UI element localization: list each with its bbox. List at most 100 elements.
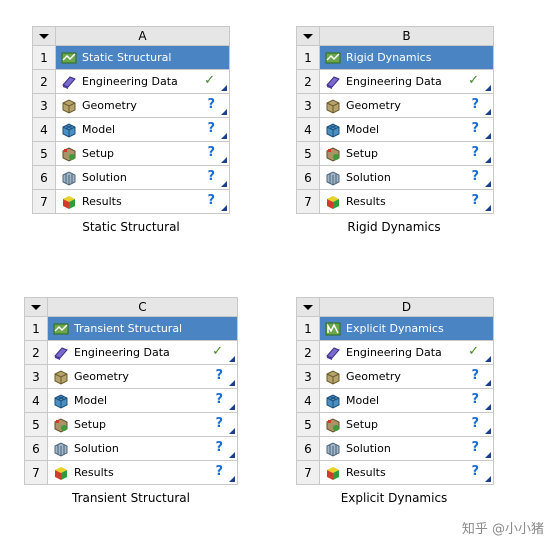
cell-solution[interactable]: Solution? [319,165,494,190]
corner-marker-icon [229,452,235,458]
cell-label: Rigid Dynamics [346,51,432,64]
corner-marker-icon [485,85,491,91]
row-number: 1 [296,45,320,70]
question-icon: ? [215,368,223,383]
column-letter: B [319,26,494,46]
system-c[interactable]: C 1 Transient Structural 2 Engineering D… [24,297,238,485]
cell-geometry[interactable]: Geometry? [319,93,494,118]
cell-model[interactable]: Model? [319,117,494,142]
system-menu-dropdown[interactable] [296,297,320,317]
system-grid: B 1 Rigid Dynamics 2 Engineering Data ✓ 3… [296,26,494,214]
solution-icon [325,170,341,186]
system-menu-dropdown[interactable] [32,26,56,46]
corner-marker-icon [221,109,227,115]
cell-label: Setup [346,147,379,160]
row-number: 4 [296,117,320,142]
cell-label: Solution [74,442,119,455]
chevron-down-icon [31,305,41,310]
system-menu-dropdown[interactable] [296,26,320,46]
row-number: 5 [296,141,320,166]
cell-geometry[interactable]: Geometry? [47,364,238,389]
system-title-cell[interactable]: Explicit Dynamics [319,316,494,341]
cell-results[interactable]: Results? [55,189,230,214]
cell-label: Model [346,394,380,407]
cell-setup[interactable]: Setup? [55,141,230,166]
cell-engineering-data[interactable]: Engineering Data ✓ [47,340,238,365]
corner-marker-icon [221,181,227,187]
corner-marker-icon [485,205,491,211]
system-grid: C 1 Transient Structural 2 Engineering D… [24,297,238,485]
cell-label: Results [346,466,386,479]
cell-label: Results [74,466,114,479]
rigid-dynamics-icon [325,50,341,66]
row-number: 3 [32,93,56,118]
cell-geometry[interactable]: Geometry? [55,93,230,118]
column-letter: D [319,297,494,317]
cell-solution[interactable]: Solution? [47,436,238,461]
engineering-data-icon [61,74,77,90]
question-icon: ? [471,392,479,407]
question-icon: ? [207,169,215,184]
static-structural-icon [61,50,77,66]
system-grid: A 1 Static Structural 2 Engineering Data… [32,26,230,214]
question-icon: ? [215,416,223,431]
corner-marker-icon [485,476,491,482]
results-icon [325,194,341,210]
corner-marker-icon [485,133,491,139]
cell-label: Results [82,195,122,208]
cell-geometry[interactable]: Geometry? [319,364,494,389]
check-icon: ✓ [468,73,479,88]
cell-setup[interactable]: Setup? [47,412,238,437]
row-number: 4 [296,388,320,413]
geometry-icon [53,369,69,385]
cell-results[interactable]: Results? [319,189,494,214]
cell-label: Engineering Data [346,346,442,359]
results-icon [53,465,69,481]
system-a[interactable]: A 1 Static Structural 2 Engineering Data… [32,26,230,214]
solution-icon [325,441,341,457]
question-icon: ? [471,464,479,479]
setup-icon [53,417,69,433]
question-icon: ? [471,169,479,184]
system-title-cell[interactable]: Transient Structural [47,316,238,341]
corner-marker-icon [229,476,235,482]
cell-model[interactable]: Model? [319,388,494,413]
system-menu-dropdown[interactable] [24,297,48,317]
cell-model[interactable]: Model? [47,388,238,413]
system-b[interactable]: B 1 Rigid Dynamics 2 Engineering Data ✓ 3… [296,26,494,214]
cell-results[interactable]: Results? [319,460,494,485]
setup-icon [325,417,341,433]
results-icon [61,194,77,210]
column-letter: A [55,26,230,46]
cell-label: Geometry [82,99,137,112]
row-number: 7 [32,189,56,214]
row-number: 5 [24,412,48,437]
row-number: 1 [32,45,56,70]
cell-label: Solution [82,171,127,184]
cell-model[interactable]: Model? [55,117,230,142]
engineering-data-icon [325,74,341,90]
system-title-cell[interactable]: Rigid Dynamics [319,45,494,70]
cell-solution[interactable]: Solution? [55,165,230,190]
row-number: 5 [296,412,320,437]
cell-engineering-data[interactable]: Engineering Data ✓ [55,69,230,94]
row-number: 3 [24,364,48,389]
column-letter: C [47,297,238,317]
cell-engineering-data[interactable]: Engineering Data ✓ [319,340,494,365]
question-icon: ? [471,440,479,455]
question-icon: ? [215,440,223,455]
system-title-cell[interactable]: Static Structural [55,45,230,70]
system-caption: Static Structural [82,220,180,234]
check-icon: ✓ [212,344,223,359]
corner-marker-icon [485,380,491,386]
cell-setup[interactable]: Setup? [319,141,494,166]
row-number: 6 [296,165,320,190]
system-d[interactable]: D 1 Explicit Dynamics 2 Engineering Data… [296,297,494,485]
cell-engineering-data[interactable]: Engineering Data ✓ [319,69,494,94]
cell-results[interactable]: Results? [47,460,238,485]
cell-solution[interactable]: Solution? [319,436,494,461]
row-number: 2 [296,69,320,94]
system-caption: Explicit Dynamics [340,491,448,505]
corner-marker-icon [485,181,491,187]
cell-setup[interactable]: Setup? [319,412,494,437]
